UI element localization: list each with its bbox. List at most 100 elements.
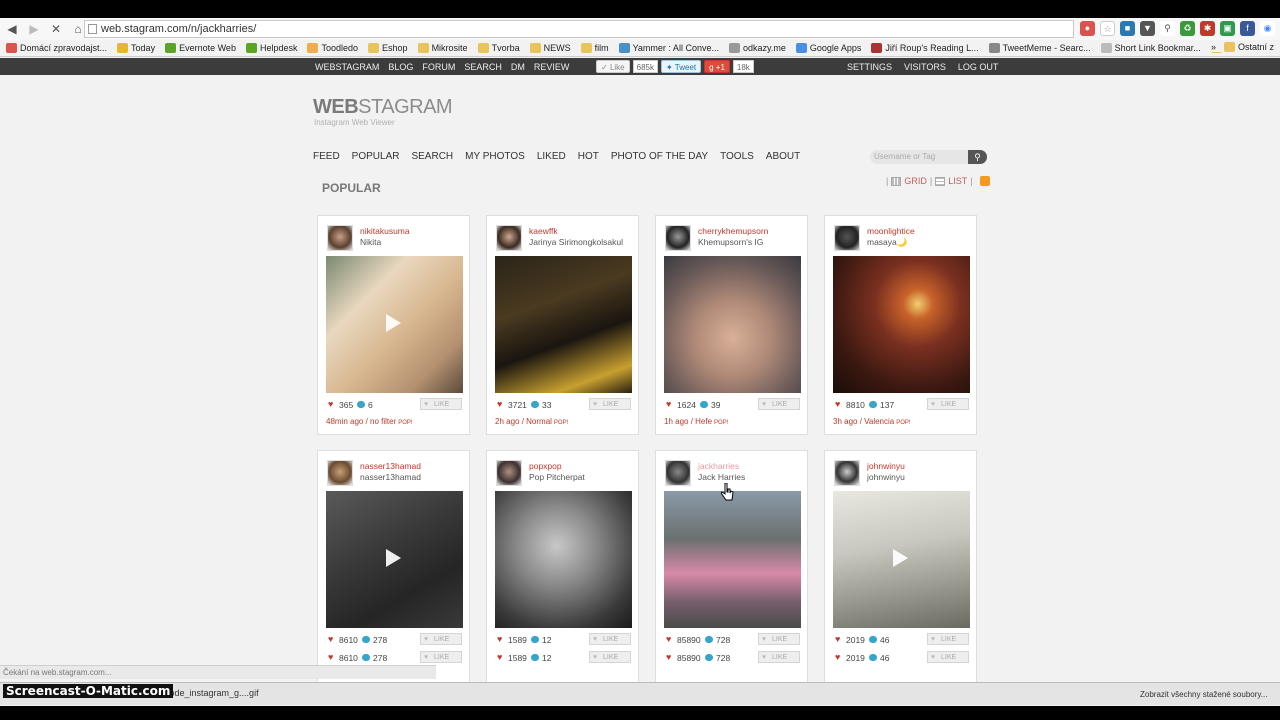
nav-popular[interactable]: POPULAR [352, 151, 400, 162]
list-view-link[interactable]: LIST [948, 176, 967, 186]
bookmark-item[interactable]: Helpdesk [245, 43, 297, 53]
post-card[interactable]: cherrykhemupsornKhemupsorn's IG ♥ 1624 39 LI… [655, 215, 808, 435]
post-time-filter[interactable]: 3h ago / Valencia [833, 417, 894, 426]
extension-icon[interactable]: f [1240, 21, 1255, 36]
post-photo[interactable] [326, 491, 463, 628]
post-username[interactable]: nikitakusuma [360, 226, 410, 236]
extension-icon[interactable]: ✱ [1200, 21, 1215, 36]
more-bookmarks-icon[interactable]: » [1211, 42, 1216, 52]
bookmark-item[interactable]: TweetMeme - Searc... [988, 43, 1091, 53]
topnav-search[interactable]: SEARCH [464, 62, 502, 72]
post-card[interactable]: johnwinyujohnwinyu ♥ 2019 46 LIKE ♥ 2019 46 LIKE [824, 450, 977, 700]
like-button[interactable]: LIKE [420, 398, 462, 410]
post-time-filter[interactable]: 48min ago / no filter [326, 417, 396, 426]
topnav-blog[interactable]: BLOG [388, 62, 413, 72]
rss-icon[interactable] [979, 176, 990, 186]
post-time-filter[interactable]: 1h ago / Hefe [664, 417, 712, 426]
bookmark-item[interactable]: NEWS [529, 43, 571, 53]
bookmark-item[interactable]: Google Apps [795, 43, 861, 53]
avatar[interactable] [834, 460, 860, 486]
like-button[interactable]: LIKE [927, 398, 969, 410]
like-button[interactable]: LIKE [927, 651, 969, 663]
extension-icon[interactable]: ■ [1120, 21, 1135, 36]
extension-icon[interactable]: ● [1080, 21, 1095, 36]
bookmark-item[interactable]: Short Link Bookmar... [1100, 43, 1201, 53]
bookmark-item[interactable]: Today [117, 43, 155, 53]
forward-icon[interactable]: ▶ [24, 19, 44, 39]
post-time-filter[interactable]: 2h ago / Normal [495, 417, 552, 426]
nav-photo-of-the-day[interactable]: PHOTO OF THE DAY [611, 151, 708, 162]
search-input[interactable]: Username or Tag [870, 150, 970, 164]
post-username[interactable]: popxpop [529, 461, 562, 471]
bookmark-item[interactable]: Domácí zpravodajst... [6, 43, 107, 53]
bookmark-item[interactable]: Toodledo [307, 43, 358, 53]
bookmark-item[interactable]: film [580, 43, 609, 53]
bookmark-item[interactable]: Evernote Web [165, 43, 236, 53]
like-button[interactable]: LIKE [758, 633, 800, 645]
tweet-button[interactable]: ✦ Tweet [660, 60, 702, 73]
fb-like-button[interactable]: ✓ Like [596, 60, 630, 73]
avatar[interactable] [496, 460, 522, 486]
post-photo[interactable] [664, 491, 801, 628]
nav-about[interactable]: ABOUT [766, 151, 800, 162]
nav-my-photos[interactable]: MY PHOTOS [465, 151, 525, 162]
post-photo[interactable] [495, 491, 632, 628]
like-button[interactable]: LIKE [758, 651, 800, 663]
bookmark-item[interactable]: Jiří Roup's Reading L... [871, 43, 979, 53]
post-photo[interactable] [833, 491, 970, 628]
avatar[interactable] [834, 225, 860, 251]
pocket-icon[interactable]: ▼ [1140, 21, 1155, 36]
stop-icon[interactable]: ✕ [46, 19, 66, 39]
grid-view-link[interactable]: GRID [904, 176, 927, 186]
play-icon[interactable] [893, 549, 908, 567]
url-field[interactable]: web.stagram.com/n/jackharries/ [84, 20, 1074, 38]
gplus-button[interactable]: g +1 [704, 60, 730, 73]
magnifier-icon[interactable]: ⚲ [1160, 21, 1175, 36]
topnav-review[interactable]: REVIEW [534, 62, 570, 72]
play-icon[interactable] [386, 549, 401, 567]
topnav-visitors[interactable]: VISITORS [904, 62, 946, 72]
like-button[interactable]: LIKE [420, 651, 462, 663]
back-icon[interactable]: ◀ [2, 19, 22, 39]
avatar[interactable] [496, 225, 522, 251]
nav-liked[interactable]: LIKED [537, 151, 566, 162]
post-username[interactable]: nasser13hamad [360, 461, 421, 471]
site-logo[interactable]: WEBSTAGRAM [313, 96, 453, 119]
nav-feed[interactable]: FEED [313, 151, 340, 162]
nav-hot[interactable]: HOT [578, 151, 599, 162]
post-card[interactable]: nasser13hamadnasser13hamad ♥ 8610 278 LIKE ♥ 8… [317, 450, 470, 700]
avatar[interactable] [327, 460, 353, 486]
post-photo[interactable] [495, 256, 632, 393]
like-button[interactable]: LIKE [927, 633, 969, 645]
post-card[interactable]: moonlighticemasaya🌙 ♥ 8810 137 LIKE 3h ago / … [824, 215, 977, 435]
post-username[interactable]: kaewffk [529, 226, 558, 236]
post-card[interactable]: nikitakusumaNikita ♥ 365 6 LIKE 48min ago / n… [317, 215, 470, 435]
like-button[interactable]: LIKE [758, 398, 800, 410]
avatar[interactable] [327, 225, 353, 251]
avatar[interactable] [665, 225, 691, 251]
like-button[interactable]: LIKE [589, 398, 631, 410]
other-bookmarks[interactable]: Ostatní z [1223, 42, 1274, 52]
star-icon[interactable]: ☆ [1100, 21, 1115, 36]
like-button[interactable]: LIKE [420, 633, 462, 645]
list-icon[interactable] [935, 176, 946, 186]
bookmark-item[interactable]: Eshop [368, 43, 408, 53]
topnav-dm[interactable]: DM [511, 62, 525, 72]
extension-icon[interactable]: ◉ [1260, 21, 1275, 36]
post-username[interactable]: cherrykhemupsorn [698, 226, 768, 236]
avatar[interactable] [665, 460, 691, 486]
topnav-log-out[interactable]: LOG OUT [958, 62, 999, 72]
extension-icon[interactable]: ♻ [1180, 21, 1195, 36]
play-icon[interactable] [386, 314, 401, 332]
like-button[interactable]: LIKE [589, 651, 631, 663]
extension-icon[interactable]: ▣ [1220, 21, 1235, 36]
like-button[interactable]: LIKE [589, 633, 631, 645]
topnav-webstagram[interactable]: WEBSTAGRAM [315, 62, 379, 72]
bookmark-item[interactable]: Yammer : All Conve... [618, 43, 719, 53]
nav-search[interactable]: SEARCH [411, 151, 453, 162]
post-photo[interactable] [664, 256, 801, 393]
bookmark-item[interactable]: odkazy.me [728, 43, 786, 53]
post-card[interactable]: kaewffkJarinya Sirimongkolsakul ♥ 3721 33 LI… [486, 215, 639, 435]
post-username[interactable]: jackharries [698, 461, 739, 471]
topnav-settings[interactable]: SETTINGS [847, 62, 892, 72]
